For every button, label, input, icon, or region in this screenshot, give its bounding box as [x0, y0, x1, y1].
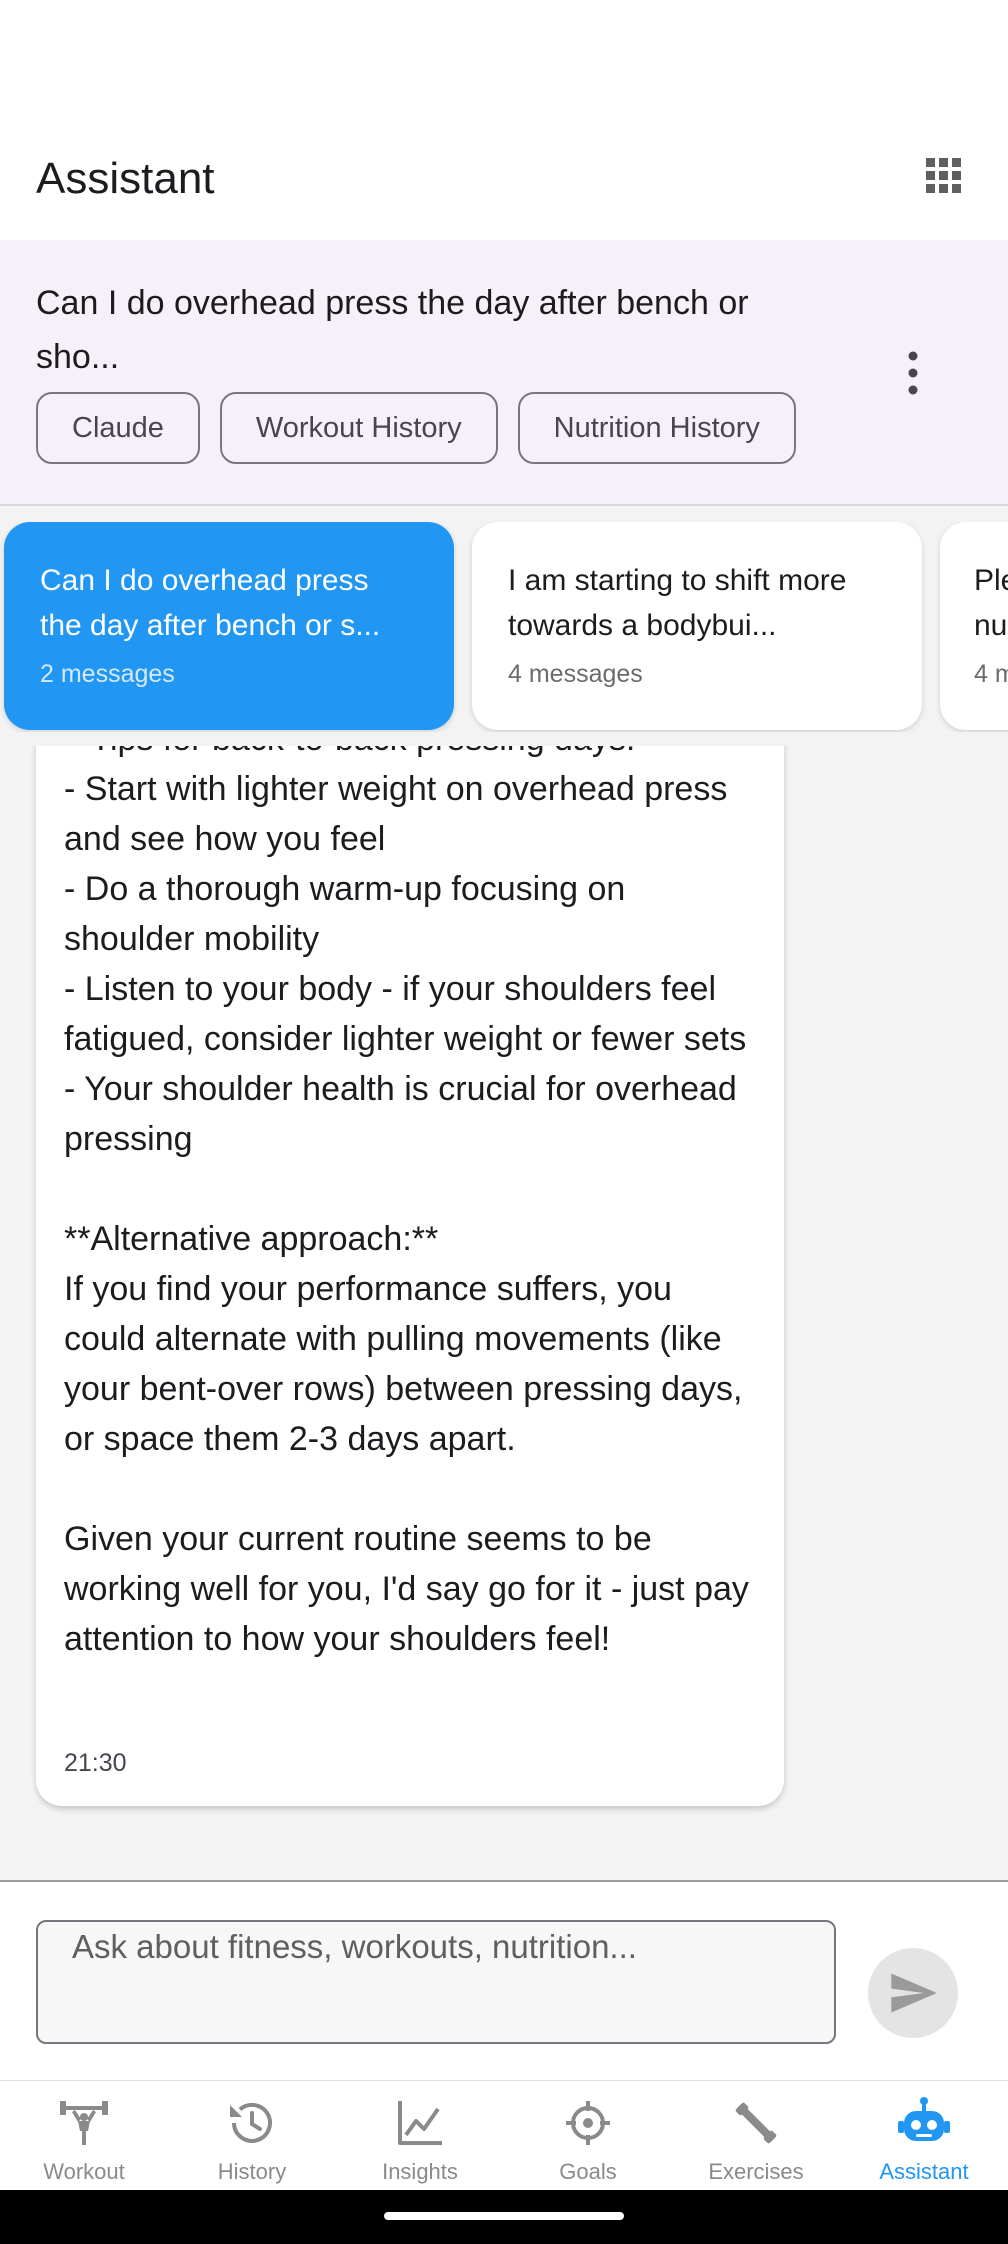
- conversation-title: Can I do overhead press the day after be…: [36, 284, 749, 376]
- app-bar: Assistant: [0, 120, 1008, 240]
- nav-workout[interactable]: Workout: [0, 2081, 168, 2191]
- nav-label: Insights: [382, 2159, 458, 2184]
- conversation-card-count: 4 messages: [508, 660, 643, 688]
- nav-goals[interactable]: Goals: [504, 2081, 672, 2191]
- home-indicator[interactable]: [384, 2212, 624, 2220]
- nav-insights[interactable]: Insights: [336, 2081, 504, 2191]
- conversation-card-title: Ple nu: [974, 564, 1008, 642]
- conversation-card[interactable]: I am starting to shift more towards a bo…: [472, 522, 922, 730]
- chat-area[interactable]: **Tips for back-to-back pressing days:**…: [0, 746, 1008, 1880]
- message-timestamp: 21:30: [64, 1749, 127, 1777]
- conversation-card-selected[interactable]: Can I do overhead press the day after be…: [4, 522, 454, 730]
- send-button[interactable]: [868, 1948, 958, 2038]
- apps-grid-icon[interactable]: [924, 156, 964, 196]
- chart-icon: [398, 2101, 442, 2145]
- assistant-message: **Tips for back-to-back pressing days:**…: [36, 746, 784, 1806]
- chip-nutrition-history[interactable]: Nutrition History: [517, 392, 796, 464]
- message-input[interactable]: [36, 1920, 836, 2044]
- nav-label: Workout: [43, 2159, 125, 2184]
- context-chips: Claude Workout History Nutrition History: [36, 392, 796, 468]
- message-text: **Tips for back-to-back pressing days:**…: [64, 746, 749, 1658]
- conversation-card-title: Can I do overhead press the day after be…: [40, 564, 381, 642]
- tools-icon: [735, 2102, 777, 2144]
- conversation-card-count: 2 messages: [40, 660, 175, 688]
- status-bar: [0, 0, 1008, 120]
- conversation-list: Can I do overhead press the day after be…: [0, 522, 1008, 732]
- send-icon: [891, 1973, 937, 2013]
- nav-label: Exercises: [708, 2159, 804, 2184]
- nav-assistant[interactable]: Assistant: [840, 2081, 1008, 2191]
- robot-icon: [898, 2097, 950, 2141]
- chip-claude[interactable]: Claude: [36, 392, 200, 464]
- nav-label: Goals: [559, 2159, 617, 2184]
- history-icon: [230, 2102, 272, 2143]
- bottom-navigation: Workout History Insights Goals Exercises…: [0, 2080, 1008, 2191]
- nav-label: History: [217, 2159, 287, 2184]
- target-icon: [566, 2101, 610, 2145]
- dumbbell-icon: [60, 2101, 108, 2145]
- more-options-icon[interactable]: [898, 350, 928, 396]
- nav-history[interactable]: History: [168, 2081, 336, 2191]
- conversation-card-partial[interactable]: Ple nu 4 m: [940, 522, 1008, 730]
- system-gesture-bar: [0, 2190, 1008, 2244]
- conversation-card-title: I am starting to shift more towards a bo…: [508, 564, 847, 642]
- nav-label: Assistant: [879, 2159, 969, 2184]
- conversation-card-count: 4 m: [974, 660, 1008, 688]
- message-composer: [0, 1880, 1008, 2082]
- nav-exercises[interactable]: Exercises: [672, 2081, 840, 2191]
- conversation-header: Can I do overhead press the day after be…: [0, 240, 1008, 506]
- page-title: Assistant: [36, 154, 215, 203]
- chip-workout-history[interactable]: Workout History: [219, 392, 498, 464]
